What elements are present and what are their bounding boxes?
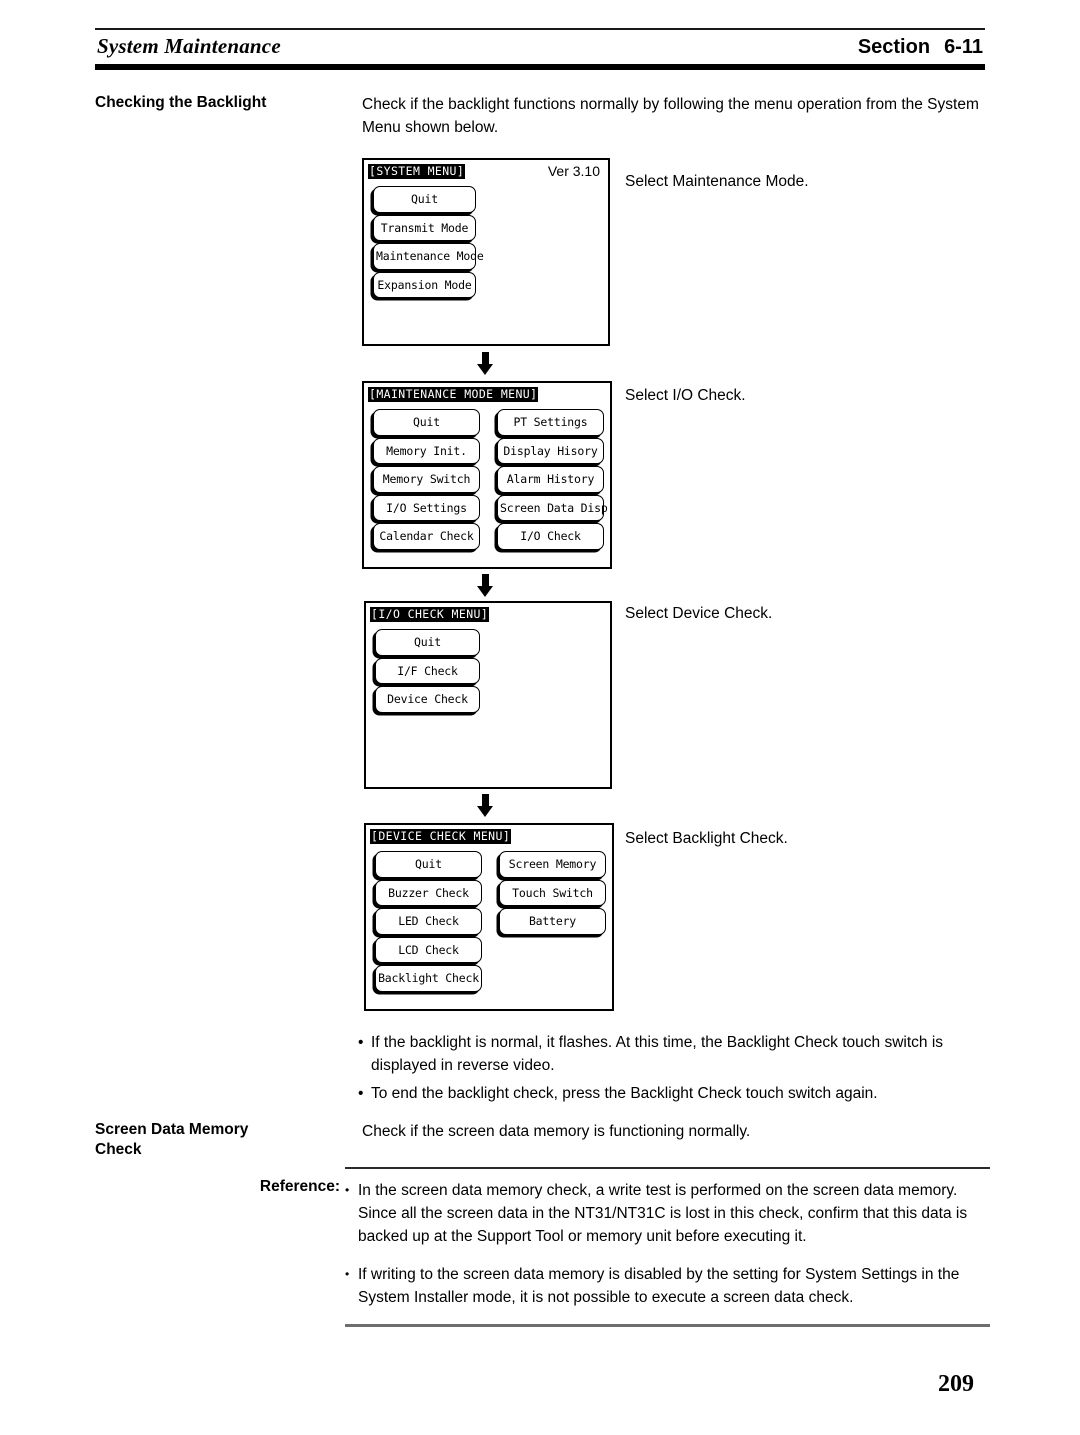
pt-button-pt-settings[interactable]: PT Settings — [497, 409, 604, 436]
step-caption-select-maintenance-mode: Select Maintenance Mode. — [625, 173, 809, 190]
list-item-text: To end the backlight check, press the Ba… — [371, 1085, 878, 1102]
pt-button-backlight-check[interactable]: Backlight Check — [375, 965, 482, 992]
pt-button-memory-switch[interactable]: Memory Switch — [373, 466, 480, 493]
list-item-text: In the screen data memory check, a write… — [358, 1181, 968, 1245]
screen-data-memory-check-text: Check if the screen data memory is funct… — [362, 1123, 751, 1140]
pt-screen-title: [DEVICE CHECK MENU] — [370, 829, 512, 844]
running-title: System Maintenance — [97, 34, 281, 58]
pt-button-column-right: Screen Memory Touch Switch Battery — [496, 851, 606, 992]
pt-button-grid: Quit Memory Init. Memory Switch I/O Sett… — [370, 409, 615, 550]
pt-button-maintenance-mode[interactable]: Maintenance Mode — [373, 243, 484, 270]
pt-button-column-left: Quit Memory Init. Memory Switch I/O Sett… — [370, 409, 480, 550]
pt-button-grid: Quit Buzzer Check LED Check LCD Check Ba… — [372, 851, 608, 992]
list-item-text: If writing to the screen data memory is … — [358, 1265, 960, 1306]
pt-button-led-check[interactable]: LED Check — [375, 908, 482, 935]
page-number: 209 — [938, 1371, 974, 1397]
section-label-line-2: Check — [95, 1141, 142, 1158]
step-caption-select-io-check: Select I/O Check. — [625, 387, 746, 404]
section-label-screen-data-memory-check: Screen Data Memory Check — [95, 1120, 345, 1160]
pt-screen-io-check-menu: [I/O CHECK MENU] Quit I/F Check Device C… — [364, 601, 612, 789]
pt-button-expansion-mode[interactable]: Expansion Mode — [373, 271, 476, 298]
pt-button-screen-data-disp[interactable]: Screen Data Disp. — [497, 494, 615, 521]
header-row: System Maintenance Section 6-11 — [95, 30, 985, 62]
header-rule-bottom — [95, 64, 985, 70]
pt-button-column: Quit I/F Check Device Check — [372, 629, 480, 713]
pt-button-quit[interactable]: Quit — [375, 629, 480, 656]
list-item: • If writing to the screen data memory i… — [345, 1263, 990, 1309]
reference-body: • In the screen data memory check, a wri… — [345, 1167, 990, 1327]
pt-button-column-left: Quit Buzzer Check LED Check LCD Check Ba… — [372, 851, 482, 992]
pt-button-io-check[interactable]: I/O Check — [497, 523, 604, 550]
pt-screen-title: [SYSTEM MENU] — [368, 164, 466, 179]
pt-button-quit[interactable]: Quit — [373, 409, 480, 436]
pt-screen-title: [MAINTENANCE MODE MENU] — [368, 387, 539, 402]
pt-button-lcd-check[interactable]: LCD Check — [375, 936, 482, 963]
reference-rule-bottom — [345, 1323, 990, 1327]
pt-button-device-check[interactable]: Device Check — [375, 686, 480, 713]
pt-button-touch-switch[interactable]: Touch Switch — [499, 879, 606, 906]
page-header: System Maintenance Section 6-11 — [95, 28, 985, 70]
section-label-line-1: Screen Data Memory — [95, 1121, 249, 1138]
bullet-glyph: • — [358, 1085, 364, 1102]
pt-button-io-settings[interactable]: I/O Settings — [373, 494, 480, 521]
pt-button-quit[interactable]: Quit — [373, 186, 476, 213]
list-item: • If the backlight is normal, it flashes… — [358, 1031, 988, 1077]
pt-button-screen-memory[interactable]: Screen Memory — [499, 851, 606, 878]
pt-button-display-history[interactable]: Display Hisory — [497, 437, 604, 464]
section-word: Section — [857, 36, 931, 58]
step-caption-select-device-check: Select Device Check. — [625, 605, 773, 622]
section-reference: Section 6-11 — [858, 36, 983, 59]
pt-screen-title: [I/O CHECK MENU] — [370, 607, 490, 622]
pt-screen-device-check-menu: [DEVICE CHECK MENU] Quit Buzzer Check LE… — [364, 823, 614, 1011]
pt-button-calendar-check[interactable]: Calendar Check — [373, 523, 480, 550]
pt-button-grid: Quit I/F Check Device Check — [372, 629, 606, 713]
pt-button-if-check[interactable]: I/F Check — [375, 657, 480, 684]
pt-button-column-right: PT Settings Display Hisory Alarm History… — [494, 409, 615, 550]
pt-version-label: Ver 3.10 — [547, 163, 600, 179]
backlight-notes-list: • If the backlight is normal, it flashes… — [358, 1031, 988, 1110]
pt-screen-system-menu: [SYSTEM MENU] Ver 3.10 Quit Transmit Mod… — [362, 158, 610, 346]
pt-screen-maintenance-mode-menu: [MAINTENANCE MODE MENU] Quit Memory Init… — [362, 381, 615, 569]
pt-button-buzzer-check[interactable]: Buzzer Check — [375, 879, 482, 906]
section-number: 6-11 — [944, 36, 983, 58]
section-label-checking-the-backlight: Checking the Backlight — [95, 94, 267, 111]
bullet-glyph: • — [345, 1182, 350, 1197]
pt-button-column: Quit Transmit Mode Maintenance Mode Expa… — [370, 186, 484, 298]
step-caption-select-backlight-check: Select Backlight Check. — [625, 830, 788, 847]
pt-button-transmit-mode[interactable]: Transmit Mode — [373, 214, 476, 241]
pt-button-alarm-history[interactable]: Alarm History — [497, 466, 604, 493]
pt-button-quit[interactable]: Quit — [375, 851, 482, 878]
bullet-glyph: • — [358, 1034, 364, 1051]
list-item-text: If the backlight is normal, it flashes. … — [371, 1034, 944, 1074]
pt-button-battery[interactable]: Battery — [499, 908, 606, 935]
pt-button-memory-init[interactable]: Memory Init. — [373, 437, 480, 464]
pt-button-grid: Quit Transmit Mode Maintenance Mode Expa… — [370, 186, 604, 298]
list-item: • In the screen data memory check, a wri… — [345, 1179, 990, 1248]
reference-label: Reference: — [259, 1178, 340, 1195]
list-item: • To end the backlight check, press the … — [358, 1082, 988, 1105]
section-intro-text: Check if the backlight functions normall… — [362, 96, 979, 136]
bullet-glyph: • — [345, 1266, 350, 1281]
